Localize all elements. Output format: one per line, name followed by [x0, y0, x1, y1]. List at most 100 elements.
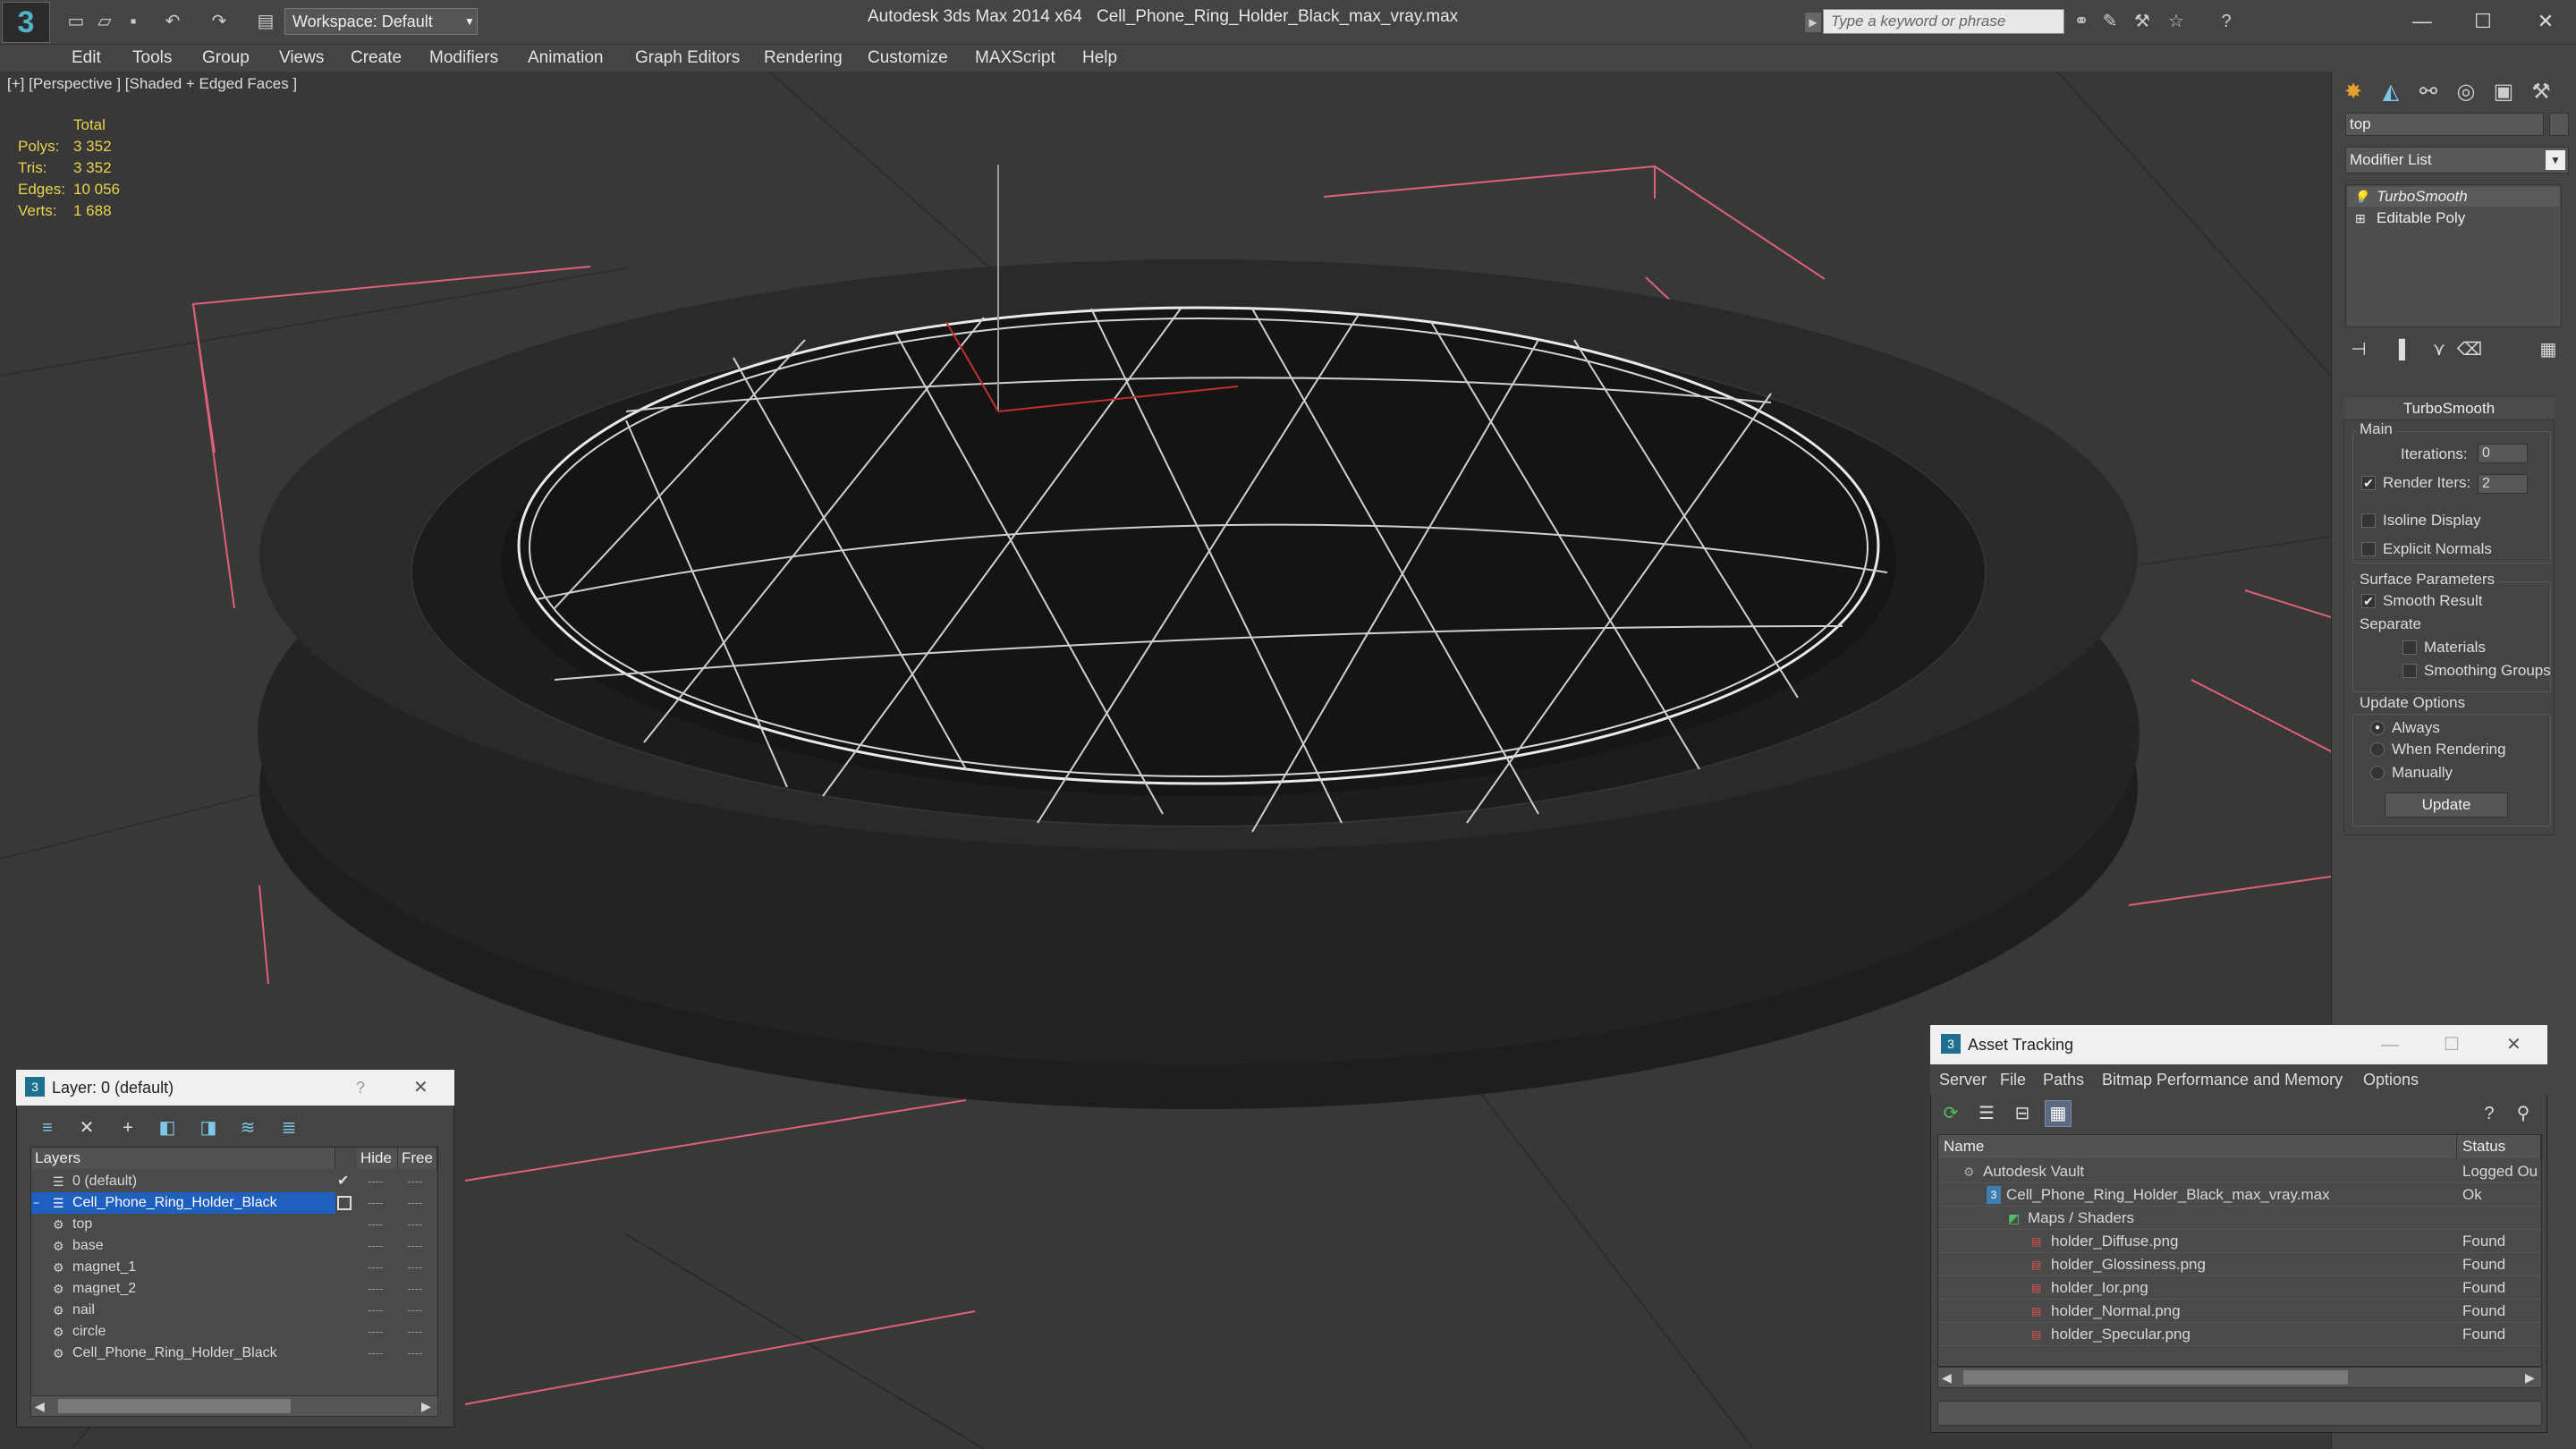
communication-center-icon[interactable]: ✎: [2098, 10, 2122, 33]
help-icon[interactable]: ?: [2476, 1100, 2503, 1127]
minimize-button[interactable]: —: [2381, 1025, 2399, 1064]
menu-options[interactable]: Options: [2363, 1064, 2419, 1095]
make-unique-icon[interactable]: ⋎: [2426, 336, 2453, 363]
object-row[interactable]: ⚙ magnet_1 ---- ----: [31, 1257, 437, 1278]
app-logo-icon[interactable]: 3: [2, 2, 50, 43]
subscription-icon[interactable]: ⚒: [2131, 10, 2154, 33]
lightbulb-icon[interactable]: 💡: [2353, 187, 2368, 207]
layer-horizontal-scrollbar[interactable]: ◀ ▶: [30, 1395, 438, 1417]
menu-edit[interactable]: Edit: [72, 45, 101, 72]
menu-group[interactable]: Group: [202, 45, 250, 72]
scroll-left-icon[interactable]: ◀: [35, 1396, 45, 1416]
tree-view-icon[interactable]: ⊟: [2009, 1100, 2036, 1127]
add-to-layer-icon[interactable]: +: [114, 1114, 141, 1141]
menu-rendering[interactable]: Rendering: [764, 45, 843, 72]
chevron-down-icon[interactable]: ▼: [2546, 150, 2565, 170]
active-layer-check-icon[interactable]: ✔: [337, 1171, 349, 1192]
refresh-icon[interactable]: ⟳: [1937, 1100, 1964, 1127]
column-hide[interactable]: Hide: [357, 1148, 398, 1169]
hide-toggle[interactable]: ----: [368, 1321, 383, 1343]
save-icon[interactable]: ▪: [122, 10, 145, 33]
menu-bitmap-performance[interactable]: Bitmap Performance and Memory: [2102, 1064, 2343, 1095]
asset-row[interactable]: ⚙ Autodesk Vault Logged Ou: [1938, 1160, 2541, 1183]
search-expand-icon[interactable]: ▶: [1805, 13, 1821, 32]
asset-row[interactable]: ◩ Maps / Shaders: [1938, 1207, 2541, 1230]
undo-icon[interactable]: ↶: [161, 10, 184, 33]
maximize-button[interactable]: ☐: [2456, 4, 2510, 39]
motion-tab-icon[interactable]: ◎: [2448, 75, 2484, 109]
hide-toggle[interactable]: ----: [368, 1196, 383, 1209]
menu-animation[interactable]: Animation: [528, 45, 604, 72]
whats-this-icon[interactable]: ⚲: [2510, 1100, 2537, 1127]
project-folder-icon[interactable]: ▤: [254, 10, 277, 33]
iterations-spinner[interactable]: 0: [2478, 444, 2528, 463]
freeze-toggle[interactable]: ----: [407, 1171, 422, 1192]
object-color-swatch[interactable]: [2549, 113, 2569, 136]
table-view-icon[interactable]: ▦: [2045, 1100, 2072, 1127]
viewport-label[interactable]: [+] [Perspective ] [Shaded + Edged Faces…: [7, 75, 297, 93]
freeze-toggle[interactable]: ----: [407, 1300, 422, 1321]
delete-layer-icon[interactable]: ✕: [73, 1114, 100, 1141]
object-row[interactable]: ⚙ circle ---- ----: [31, 1321, 437, 1343]
materials-checkbox[interactable]: [2402, 640, 2417, 655]
expand-plus-icon[interactable]: ⊞: [2355, 208, 2366, 228]
asset-row[interactable]: ▤ holder_Normal.png Found: [1938, 1300, 2541, 1323]
set-active-layer-box[interactable]: [337, 1196, 352, 1210]
scroll-right-icon[interactable]: ▶: [2525, 1368, 2535, 1387]
stack-item-editable-poly[interactable]: ⊞ Editable Poly: [2348, 208, 2559, 228]
when-rendering-radio[interactable]: [2370, 742, 2385, 757]
hide-all-icon[interactable]: ≋: [234, 1114, 261, 1141]
freeze-toggle[interactable]: ----: [407, 1214, 422, 1235]
modify-tab-icon[interactable]: ◭: [2373, 75, 2409, 109]
layer-row[interactable]: ☰ 0 (default) ✔ ---- ----: [31, 1171, 437, 1192]
menu-create[interactable]: Create: [351, 45, 402, 72]
hide-toggle[interactable]: ----: [368, 1235, 383, 1257]
menu-views[interactable]: Views: [279, 45, 324, 72]
menu-modifiers[interactable]: Modifiers: [429, 45, 498, 72]
object-row[interactable]: ⚙ magnet_2 ---- ----: [31, 1278, 437, 1300]
asset-row[interactable]: ▤ holder_Glossiness.png Found: [1938, 1253, 2541, 1276]
explicit-normals-checkbox[interactable]: [2361, 542, 2376, 556]
render-iters-spinner[interactable]: 2: [2478, 474, 2528, 494]
new-file-icon[interactable]: ▭: [64, 10, 88, 33]
menu-server[interactable]: Server: [1939, 1064, 1987, 1095]
asset-row[interactable]: ▤ holder_Ior.png Found: [1938, 1276, 2541, 1300]
scroll-right-icon[interactable]: ▶: [421, 1396, 431, 1416]
freeze-toggle[interactable]: ----: [407, 1321, 422, 1343]
hide-toggle[interactable]: ----: [368, 1171, 383, 1192]
display-tab-icon[interactable]: ▣: [2486, 75, 2521, 109]
freeze-toggle[interactable]: ----: [407, 1235, 422, 1257]
menu-graph-editors[interactable]: Graph Editors: [635, 45, 740, 72]
freeze-toggle[interactable]: ----: [407, 1278, 422, 1300]
rollout-title[interactable]: TurboSmooth: [2343, 397, 2555, 420]
menu-file[interactable]: File: [2000, 1064, 2026, 1095]
freeze-toggle[interactable]: ----: [407, 1257, 422, 1278]
scrollbar-thumb[interactable]: [58, 1399, 291, 1413]
asset-row[interactable]: 3 Cell_Phone_Ring_Holder_Black_max_vray.m…: [1938, 1183, 2541, 1207]
close-button[interactable]: ✕: [2519, 4, 2572, 39]
modifier-list-dropdown[interactable]: Modifier List: [2345, 147, 2569, 174]
object-name-field[interactable]: top: [2345, 113, 2544, 136]
menu-customize[interactable]: Customize: [868, 45, 948, 72]
hide-toggle[interactable]: ----: [368, 1214, 383, 1235]
layer-row-selected[interactable]: − ☰ Cell_Phone_Ring_Holder_Black: [31, 1192, 335, 1214]
create-tab-icon[interactable]: ✸: [2335, 75, 2371, 109]
scroll-left-icon[interactable]: ◀: [1942, 1368, 1952, 1387]
collapse-icon[interactable]: −: [33, 1192, 39, 1214]
manually-radio[interactable]: [2370, 766, 2385, 780]
hide-toggle[interactable]: ----: [368, 1257, 383, 1278]
select-layer-icon[interactable]: ◨: [195, 1114, 222, 1141]
utilities-tab-icon[interactable]: ⚒: [2523, 75, 2559, 109]
freeze-toggle[interactable]: ----: [407, 1343, 422, 1364]
asset-horizontal-scrollbar[interactable]: ◀ ▶: [1937, 1367, 2542, 1388]
column-freeze[interactable]: Free: [398, 1148, 437, 1169]
redo-icon[interactable]: ↷: [208, 10, 231, 33]
menu-tools[interactable]: Tools: [132, 45, 172, 72]
select-objects-icon[interactable]: ◧: [154, 1114, 181, 1141]
column-layers[interactable]: Layers: [31, 1148, 335, 1169]
always-radio[interactable]: ●: [2370, 721, 2385, 735]
hierarchy-tab-icon[interactable]: ⚯: [2411, 75, 2446, 109]
object-row[interactable]: ⚙ Cell_Phone_Ring_Holder_Black ---- ----: [31, 1343, 437, 1364]
chevron-down-icon[interactable]: ▼: [462, 8, 478, 35]
render-iters-checkbox[interactable]: ✔: [2361, 476, 2376, 490]
